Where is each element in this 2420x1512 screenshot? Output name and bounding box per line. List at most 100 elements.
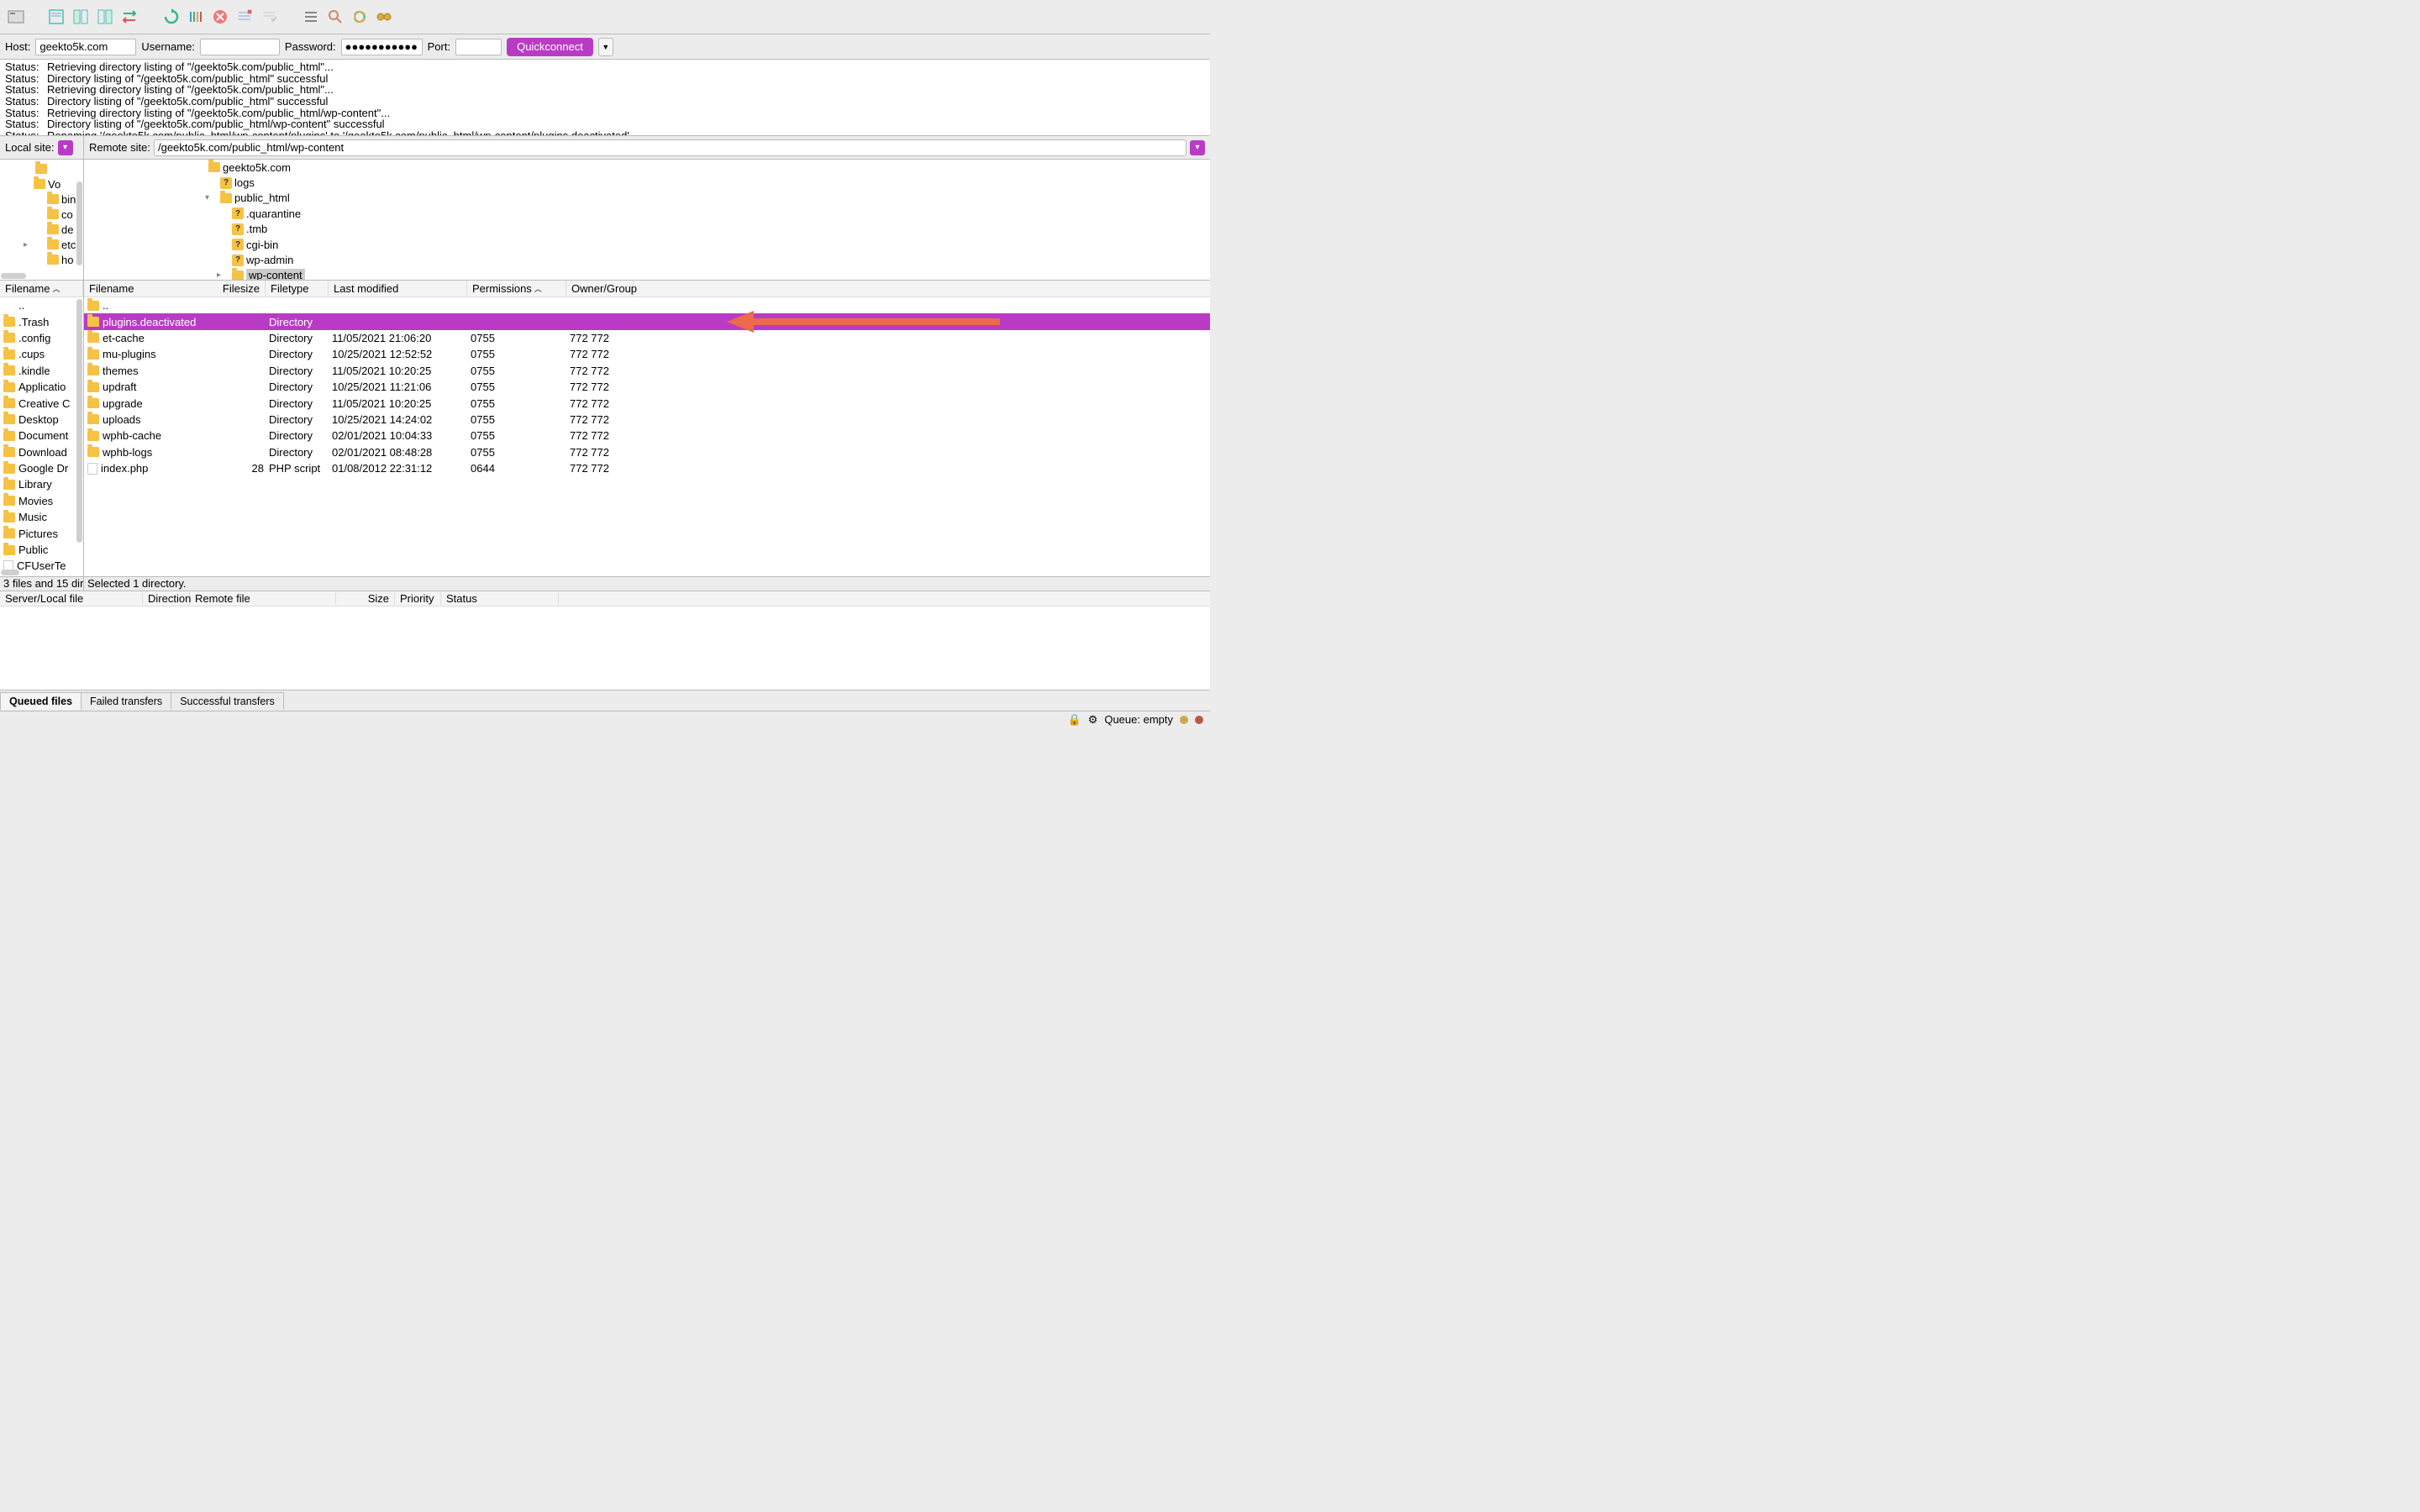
local-col-filename[interactable]: Filename — [5, 282, 50, 295]
list-item[interactable]: .kindle — [0, 363, 83, 379]
table-row[interactable]: .. — [84, 297, 1210, 313]
table-row[interactable]: uploadsDirectory10/25/2021 14:24:0207557… — [84, 412, 1210, 428]
tree-item[interactable]: ▾public_html — [84, 191, 1210, 206]
list-item[interactable]: Library — [0, 476, 83, 492]
list-item[interactable]: Download — [0, 444, 83, 460]
table-row[interactable]: index.php28PHP script01/08/2012 22:31:12… — [84, 460, 1210, 476]
queue-col-priority[interactable]: Priority — [395, 592, 441, 605]
message-log[interactable]: Status:Retrieving directory listing of "… — [0, 60, 1210, 136]
tree-item[interactable]: ?.tmb — [84, 222, 1210, 237]
tree-item[interactable]: ?.quarantine — [84, 206, 1210, 221]
tree-item[interactable]: geekto5k.com — [84, 160, 1210, 175]
remote-file-list[interactable]: Filename Filesize Filetype Last modified… — [84, 281, 1210, 576]
reconnect-icon[interactable] — [258, 6, 280, 28]
queue-col-status[interactable]: Status — [441, 592, 559, 605]
queue-status-text: Queue: empty — [1104, 713, 1173, 726]
remote-col-filetype[interactable]: Filetype — [271, 282, 309, 295]
sync-browsing-icon[interactable] — [118, 6, 140, 28]
folder-icon — [208, 162, 220, 172]
bottom-status-bar: 🔒 ⚙︎ Queue: empty — [0, 711, 1210, 727]
tree-item[interactable]: Vo — [0, 176, 83, 192]
queue-body[interactable] — [0, 606, 1210, 690]
tree-item[interactable]: de — [0, 222, 83, 237]
site-manager-icon[interactable] — [5, 6, 27, 28]
table-row[interactable]: wphb-cacheDirectory02/01/2021 10:04:3307… — [84, 428, 1210, 444]
remote-col-modified[interactable]: Last modified — [334, 282, 398, 295]
folder-icon — [87, 414, 99, 424]
table-row[interactable]: mu-pluginsDirectory10/25/2021 12:52:5207… — [84, 346, 1210, 362]
tab-queued-files[interactable]: Queued files — [0, 692, 82, 710]
tab-successful-transfers[interactable]: Successful transfers — [171, 692, 284, 710]
table-row[interactable]: updraftDirectory10/25/2021 11:21:0607557… — [84, 379, 1210, 395]
list-item[interactable]: Google Dr — [0, 460, 83, 476]
tree-item[interactable]: ?wp-admin — [84, 252, 1210, 267]
list-item[interactable]: Public — [0, 542, 83, 558]
tree-item[interactable]: co — [0, 207, 83, 222]
search-remote-icon[interactable] — [373, 6, 395, 28]
list-item[interactable]: Creative C — [0, 395, 83, 411]
local-file-list[interactable]: Filename︿ ...Trash.config.cups.kindleApp… — [0, 281, 84, 576]
table-row[interactable]: upgradeDirectory11/05/2021 10:20:2507557… — [84, 395, 1210, 411]
queue-col-direction[interactable]: Direction — [143, 592, 190, 605]
queue-col-remote[interactable]: Remote file — [190, 592, 336, 605]
log-line: Status:Directory listing of "/geekto5k.c… — [5, 73, 1205, 85]
lock-icon[interactable]: 🔒 — [1068, 713, 1081, 727]
remote-path-input[interactable] — [154, 139, 1186, 156]
filter-icon[interactable] — [324, 6, 346, 28]
remote-col-filesize[interactable]: Filesize — [223, 282, 260, 295]
list-item[interactable]: .. — [0, 297, 83, 313]
unknown-folder-icon: ? — [232, 239, 244, 250]
queue-col-server[interactable]: Server/Local file — [0, 592, 143, 605]
host-input[interactable] — [35, 39, 136, 55]
tree-item[interactable]: ho — [0, 252, 83, 267]
sort-asc-icon: ︿ — [52, 283, 60, 294]
table-row[interactable]: plugins.deactivatedDirectory — [84, 313, 1210, 329]
settings-icon[interactable]: ⚙︎ — [1088, 713, 1098, 727]
directory-trees: ▸Vobincode▸etcho geekto5k.com?logs▾publi… — [0, 160, 1210, 281]
process-queue-icon[interactable] — [185, 6, 207, 28]
list-item[interactable]: .cups — [0, 346, 83, 362]
remote-col-owner[interactable]: Owner/Group — [571, 282, 637, 295]
password-input[interactable] — [341, 39, 423, 55]
folder-icon — [3, 496, 15, 506]
local-tree[interactable]: ▸Vobincode▸etcho — [0, 160, 84, 280]
toggle-remote-tree-icon[interactable] — [94, 6, 116, 28]
table-row[interactable]: themesDirectory11/05/2021 10:20:25075577… — [84, 363, 1210, 379]
queue-col-size[interactable]: Size — [336, 592, 395, 605]
remote-tree[interactable]: geekto5k.com?logs▾public_html?.quarantin… — [84, 160, 1210, 280]
toggle-queue-icon[interactable] — [300, 6, 322, 28]
folder-icon — [87, 382, 99, 392]
list-item[interactable]: Movies — [0, 493, 83, 509]
username-input[interactable] — [200, 39, 280, 55]
remote-path-dropdown[interactable]: ▾ — [1190, 140, 1205, 155]
tree-item[interactable]: ?cgi-bin — [84, 237, 1210, 252]
toggle-log-icon[interactable] — [45, 6, 67, 28]
cancel-icon[interactable] — [209, 6, 231, 28]
list-item[interactable]: Applicatio — [0, 379, 83, 395]
tree-item[interactable]: ▸ — [0, 161, 83, 176]
remote-col-filename[interactable]: Filename — [89, 282, 134, 295]
list-item[interactable]: Music — [0, 509, 83, 525]
list-item[interactable]: Pictures — [0, 525, 83, 541]
port-input[interactable] — [455, 39, 502, 55]
tree-item[interactable]: ▸wp-content — [84, 268, 1210, 280]
list-item[interactable]: .Trash — [0, 313, 83, 329]
log-line: Status:Retrieving directory listing of "… — [5, 61, 1205, 73]
list-item[interactable]: Desktop — [0, 412, 83, 428]
table-row[interactable]: wphb-logsDirectory02/01/2021 08:48:28075… — [84, 444, 1210, 460]
refresh-icon[interactable] — [160, 6, 182, 28]
tree-item[interactable]: ▸etc — [0, 237, 83, 252]
tree-item[interactable]: ?logs — [84, 175, 1210, 190]
local-path-dropdown[interactable]: ▾ — [58, 140, 73, 155]
list-item[interactable]: Document — [0, 428, 83, 444]
tree-item[interactable]: bin — [0, 192, 83, 207]
disconnect-icon[interactable] — [234, 6, 255, 28]
remote-col-permissions[interactable]: Permissions — [472, 282, 532, 295]
tab-failed-transfers[interactable]: Failed transfers — [81, 692, 171, 710]
table-row[interactable]: et-cacheDirectory11/05/2021 21:06:200755… — [84, 330, 1210, 346]
compare-icon[interactable] — [349, 6, 371, 28]
quickconnect-button[interactable]: Quickconnect — [507, 38, 593, 56]
list-item[interactable]: .config — [0, 330, 83, 346]
toggle-local-tree-icon[interactable] — [70, 6, 92, 28]
quickconnect-dropdown[interactable]: ▼ — [598, 38, 613, 56]
